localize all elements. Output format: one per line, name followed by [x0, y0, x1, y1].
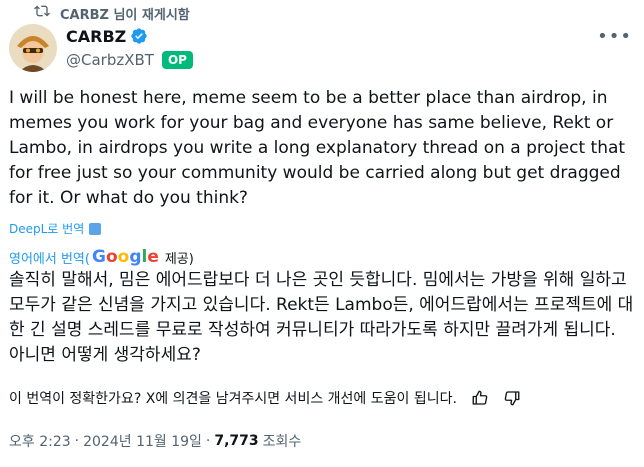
tweet-text: I will be honest here, meme seem to be a…: [9, 88, 626, 208]
tweet-meta: 오후 2:23 · 2024년 11월 19일 · 7,773 조회수: [9, 431, 301, 451]
author-block: CARBZ @CarbzXBT OP: [66, 26, 193, 69]
avatar[interactable]: [9, 24, 57, 72]
meta-separator: ·: [74, 433, 80, 449]
translation-feedback: 이 번역이 정확한가요? X에 의견을 남겨주시면 서비스 개선에 도움이 됩니…: [9, 388, 521, 408]
repost-indicator: CARBZ 님이 재게시함: [34, 3, 190, 23]
repost-text[interactable]: CARBZ 님이 재게시함: [60, 4, 190, 23]
tweet-date[interactable]: 2024년 11월 19일: [83, 431, 202, 451]
view-count: 7,773: [214, 433, 259, 449]
tweet-time[interactable]: 오후 2:23: [9, 431, 71, 451]
author-handle[interactable]: @CarbzXBT: [66, 51, 154, 69]
op-badge: OP: [161, 51, 193, 69]
deepl-label: DeepL로 번역: [9, 222, 85, 236]
translated-text: 솔직히 말해서, 밈은 에어드랍보다 더 나은 곳인 듯합니다. 밈에서는 가방…: [9, 270, 634, 365]
google-logo: Google: [91, 247, 159, 267]
translation-source: 영어에서 번역( Google 제공): [9, 247, 194, 267]
author-name[interactable]: CARBZ: [66, 27, 126, 46]
deepl-translate-link[interactable]: DeepL로 번역: [9, 220, 102, 237]
translation-source-label[interactable]: 영어에서 번역(: [9, 248, 90, 267]
view-count-label: 조회수: [262, 434, 302, 450]
thumbs-down-icon[interactable]: [503, 389, 521, 407]
deepl-icon: [89, 222, 102, 235]
repost-icon: [34, 3, 50, 23]
meta-separator: ·: [205, 433, 211, 449]
verified-badge-icon: [130, 27, 148, 45]
more-options-icon[interactable]: •••: [597, 26, 632, 47]
thumbs-up-icon[interactable]: [471, 389, 489, 407]
feedback-text: 이 번역이 정확한가요? X에 의견을 남겨주시면 서비스 개선에 도움이 됩니…: [9, 391, 457, 407]
translation-source-suffix: 제공): [164, 251, 194, 267]
